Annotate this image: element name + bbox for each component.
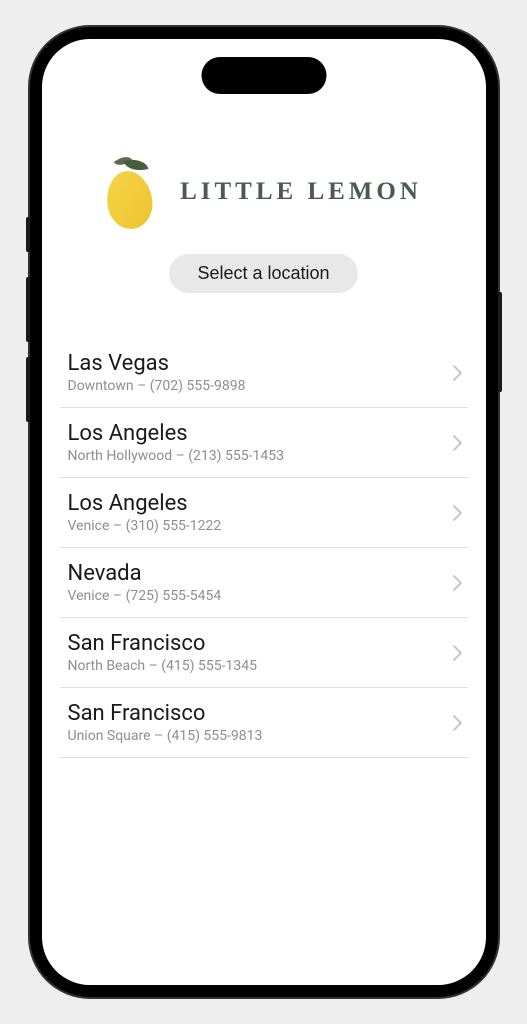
chevron-right-icon xyxy=(453,435,462,451)
location-details: North Hollywood – (213) 555-1453 xyxy=(68,448,453,464)
chevron-right-icon xyxy=(453,505,462,521)
location-city: Los Angeles xyxy=(68,491,453,516)
chevron-right-icon xyxy=(453,645,462,661)
location-city: Nevada xyxy=(68,561,453,586)
screen: LITTLE LEMON Select a location Las Vegas… xyxy=(42,39,486,985)
dynamic-island xyxy=(201,57,326,94)
location-item[interactable]: Los Angeles Venice – (310) 555-1222 xyxy=(60,478,468,548)
location-info: Los Angeles North Hollywood – (213) 555-… xyxy=(68,421,453,464)
volume-up-button xyxy=(26,277,30,342)
location-item[interactable]: San Francisco North Beach – (415) 555-13… xyxy=(60,618,468,688)
location-info: Los Angeles Venice – (310) 555-1222 xyxy=(68,491,453,534)
location-details: Downtown – (702) 555-9898 xyxy=(68,378,453,394)
location-item[interactable]: San Francisco Union Square – (415) 555-9… xyxy=(60,688,468,758)
location-details: North Beach – (415) 555-1345 xyxy=(68,658,453,674)
select-location-button[interactable]: Select a location xyxy=(169,254,357,293)
mute-switch xyxy=(26,217,30,252)
location-item[interactable]: Las Vegas Downtown – (702) 555-9898 xyxy=(60,338,468,408)
power-button xyxy=(498,292,502,392)
location-city: San Francisco xyxy=(68,701,453,726)
location-info: Las Vegas Downtown – (702) 555-9898 xyxy=(68,351,453,394)
chevron-right-icon xyxy=(453,715,462,731)
location-info: San Francisco Union Square – (415) 555-9… xyxy=(68,701,453,744)
chevron-right-icon xyxy=(453,575,462,591)
lemon-icon xyxy=(105,154,160,229)
location-city: Las Vegas xyxy=(68,351,453,376)
location-list: Las Vegas Downtown – (702) 555-9898 Los … xyxy=(42,338,486,758)
location-details: Venice – (725) 555-5454 xyxy=(68,588,453,604)
location-details: Venice – (310) 555-1222 xyxy=(68,518,453,534)
chevron-right-icon xyxy=(453,365,462,381)
app-content: LITTLE LEMON Select a location Las Vegas… xyxy=(42,39,486,758)
location-details: Union Square – (415) 555-9813 xyxy=(68,728,453,744)
brand-name: LITTLE LEMON xyxy=(180,178,422,206)
location-info: Nevada Venice – (725) 555-5454 xyxy=(68,561,453,604)
location-item[interactable]: Los Angeles North Hollywood – (213) 555-… xyxy=(60,408,468,478)
location-city: Los Angeles xyxy=(68,421,453,446)
location-city: San Francisco xyxy=(68,631,453,656)
logo-header: LITTLE LEMON xyxy=(42,154,486,229)
location-info: San Francisco North Beach – (415) 555-13… xyxy=(68,631,453,674)
location-item[interactable]: Nevada Venice – (725) 555-5454 xyxy=(60,548,468,618)
volume-down-button xyxy=(26,357,30,422)
phone-frame: LITTLE LEMON Select a location Las Vegas… xyxy=(30,27,498,997)
